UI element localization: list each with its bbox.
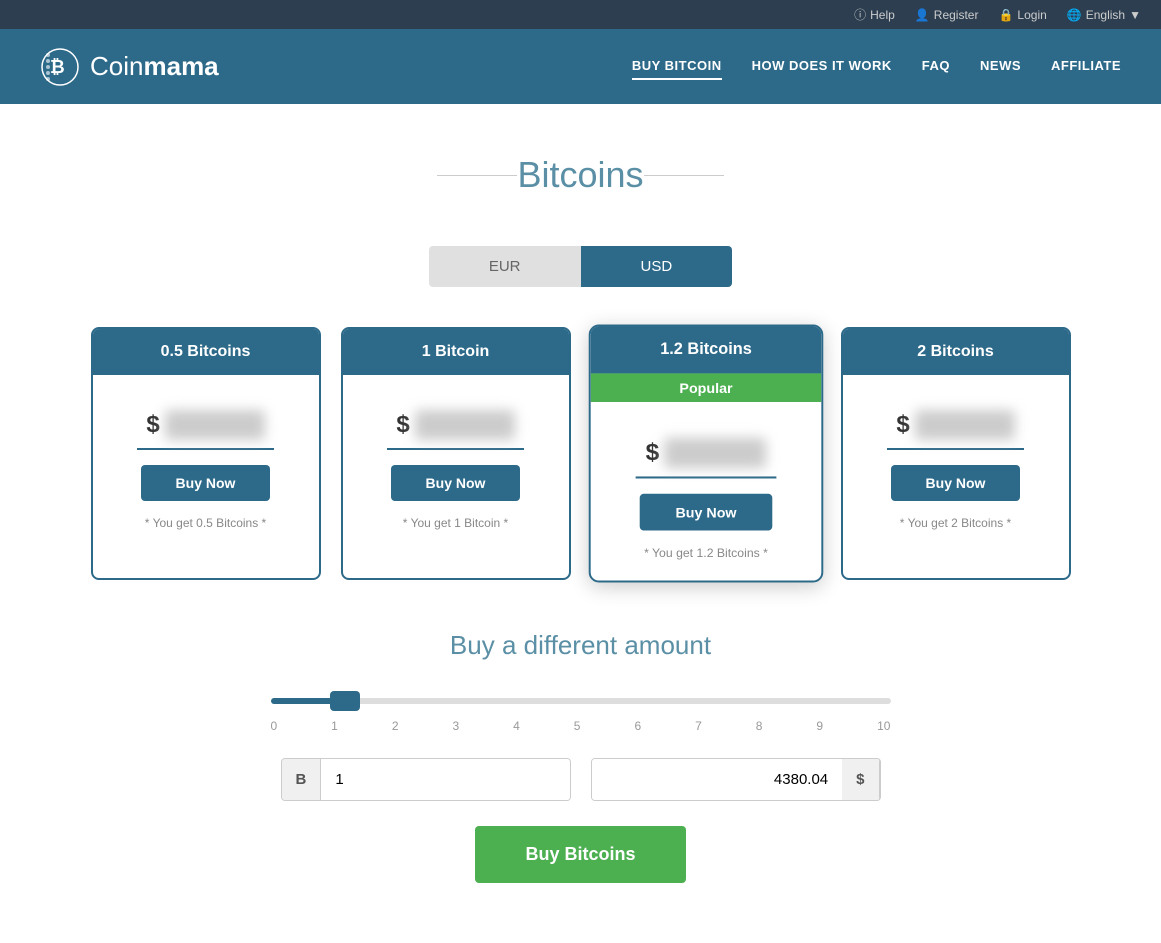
slider-label-6: 6	[634, 719, 641, 733]
nav-affiliate[interactable]: AFFILIATE	[1051, 53, 1121, 80]
amount-inputs: B $	[281, 758, 881, 801]
popular-badge: Popular	[590, 373, 821, 402]
slider-label-3: 3	[452, 719, 459, 733]
slider-label-7: 7	[695, 719, 702, 733]
logo[interactable]: ₿ Coinmama	[40, 47, 219, 87]
price-value-blur	[165, 410, 265, 440]
custom-amount-section: Buy a different amount 0 1 2 3 4 5 6 7 8…	[0, 630, 1161, 883]
logo-text: Coinmama	[90, 51, 219, 82]
btc-input-group: B	[281, 758, 571, 801]
slider-label-2: 2	[392, 719, 399, 733]
dollar-sign: $	[896, 411, 909, 439]
slider-labels: 0 1 2 3 4 5 6 7 8 9 10	[231, 719, 931, 733]
page-title-section: Bitcoins	[0, 104, 1161, 226]
you-get-2: * You get 2 Bitcoins *	[858, 516, 1054, 530]
price-divider	[137, 448, 274, 450]
login-link[interactable]: 🔒 Login	[998, 8, 1046, 22]
page-title: Bitcoins	[477, 154, 683, 196]
price-value-blur	[664, 438, 766, 469]
slider-container	[231, 691, 931, 709]
nav-buy-bitcoin[interactable]: BUY BITCOIN	[632, 53, 722, 80]
slider-label-4: 4	[513, 719, 520, 733]
dollar-sign: $	[645, 439, 659, 468]
card-header-1: 1 Bitcoin	[343, 329, 569, 375]
slider-label-9: 9	[816, 719, 823, 733]
language-selector[interactable]: 🌐 English ▼	[1067, 8, 1141, 22]
globe-icon: 🌐	[1067, 8, 1082, 22]
slider-label-5: 5	[574, 719, 581, 733]
cards-section: 0.5 Bitcoins $ Buy Now * You get 0.5 Bit…	[0, 327, 1161, 580]
card-body-2: $ Buy Now * You get 2 Bitcoins *	[843, 375, 1069, 550]
help-link[interactable]: ⓘ Help	[854, 6, 895, 23]
usd-suffix: $	[842, 759, 879, 800]
usd-amount-input[interactable]	[592, 759, 843, 800]
card-header-1.2: 1.2 Bitcoins	[590, 327, 821, 374]
price-2: $	[858, 410, 1054, 440]
slider-label-8: 8	[756, 719, 763, 733]
card-1-btc: 1 Bitcoin $ Buy Now * You get 1 Bitcoin …	[341, 327, 571, 580]
topbar: ⓘ Help 👤 Register 🔒 Login 🌐 English ▼	[0, 0, 1161, 29]
nav-news[interactable]: NEWS	[980, 53, 1021, 80]
card-header-0.5: 0.5 Bitcoins	[93, 329, 319, 375]
register-link[interactable]: 👤 Register	[915, 8, 979, 22]
card-2-btc: 2 Bitcoins $ Buy Now * You get 2 Bitcoin…	[841, 327, 1071, 580]
custom-title: Buy a different amount	[40, 630, 1121, 661]
slider-label-0: 0	[271, 719, 278, 733]
slider-label-1: 1	[331, 719, 338, 733]
card-body-1: $ Buy Now * You get 1 Bitcoin *	[343, 375, 569, 550]
you-get-0.5: * You get 0.5 Bitcoins *	[108, 516, 304, 530]
main-content: Bitcoins EUR USD 0.5 Bitcoins $ Buy Now …	[0, 104, 1161, 943]
svg-text:₿: ₿	[50, 57, 65, 77]
you-get-1.2: * You get 1.2 Bitcoins *	[606, 546, 806, 560]
slider-label-10: 10	[877, 719, 890, 733]
chevron-down-icon: ▼	[1129, 8, 1141, 22]
buy-now-button-1.2[interactable]: Buy Now	[639, 494, 771, 531]
buy-now-button-0.5[interactable]: Buy Now	[141, 465, 271, 501]
header: ₿ Coinmama BUY BITCOIN HOW DOES IT WORK …	[0, 29, 1161, 104]
buy-bitcoins-button[interactable]: Buy Bitcoins	[475, 826, 685, 883]
card-body-1.2: $ Buy Now * You get 1.2 Bitcoins *	[590, 402, 821, 581]
price-divider	[387, 448, 524, 450]
eur-button[interactable]: EUR	[429, 246, 581, 287]
dollar-sign: $	[146, 411, 159, 439]
card-1.2-btc-featured: 1.2 Bitcoins Popular $ Buy Now * You get…	[588, 324, 823, 582]
price-value-blur	[915, 410, 1015, 440]
nav-how-it-works[interactable]: HOW DOES IT WORK	[752, 53, 892, 80]
main-nav: BUY BITCOIN HOW DOES IT WORK FAQ NEWS AF…	[632, 53, 1121, 80]
usd-input-group: $	[591, 758, 881, 801]
btc-prefix: B	[282, 759, 322, 800]
card-0.5-btc: 0.5 Bitcoins $ Buy Now * You get 0.5 Bit…	[91, 327, 321, 580]
you-get-1: * You get 1 Bitcoin *	[358, 516, 554, 530]
price-1.2: $	[606, 438, 806, 469]
nav-faq[interactable]: FAQ	[922, 53, 950, 80]
price-divider	[887, 448, 1024, 450]
login-icon: 🔒	[998, 8, 1013, 22]
usd-button[interactable]: USD	[581, 246, 733, 287]
person-icon: 👤	[915, 8, 930, 22]
buy-now-button-2[interactable]: Buy Now	[891, 465, 1021, 501]
price-1: $	[358, 410, 554, 440]
card-body-0.5: $ Buy Now * You get 0.5 Bitcoins *	[93, 375, 319, 550]
currency-toggle: EUR USD	[0, 246, 1161, 287]
price-value-blur	[415, 410, 515, 440]
card-header-2: 2 Bitcoins	[843, 329, 1069, 375]
buy-now-button-1[interactable]: Buy Now	[391, 465, 521, 501]
price-divider	[636, 476, 776, 478]
card-inner-featured: 1.2 Bitcoins Popular $ Buy Now * You get…	[588, 324, 823, 582]
bitcoin-slider[interactable]	[271, 698, 891, 704]
help-icon: ⓘ	[854, 6, 866, 23]
price-0.5: $	[108, 410, 304, 440]
dollar-sign: $	[396, 411, 409, 439]
btc-amount-input[interactable]	[321, 759, 569, 800]
